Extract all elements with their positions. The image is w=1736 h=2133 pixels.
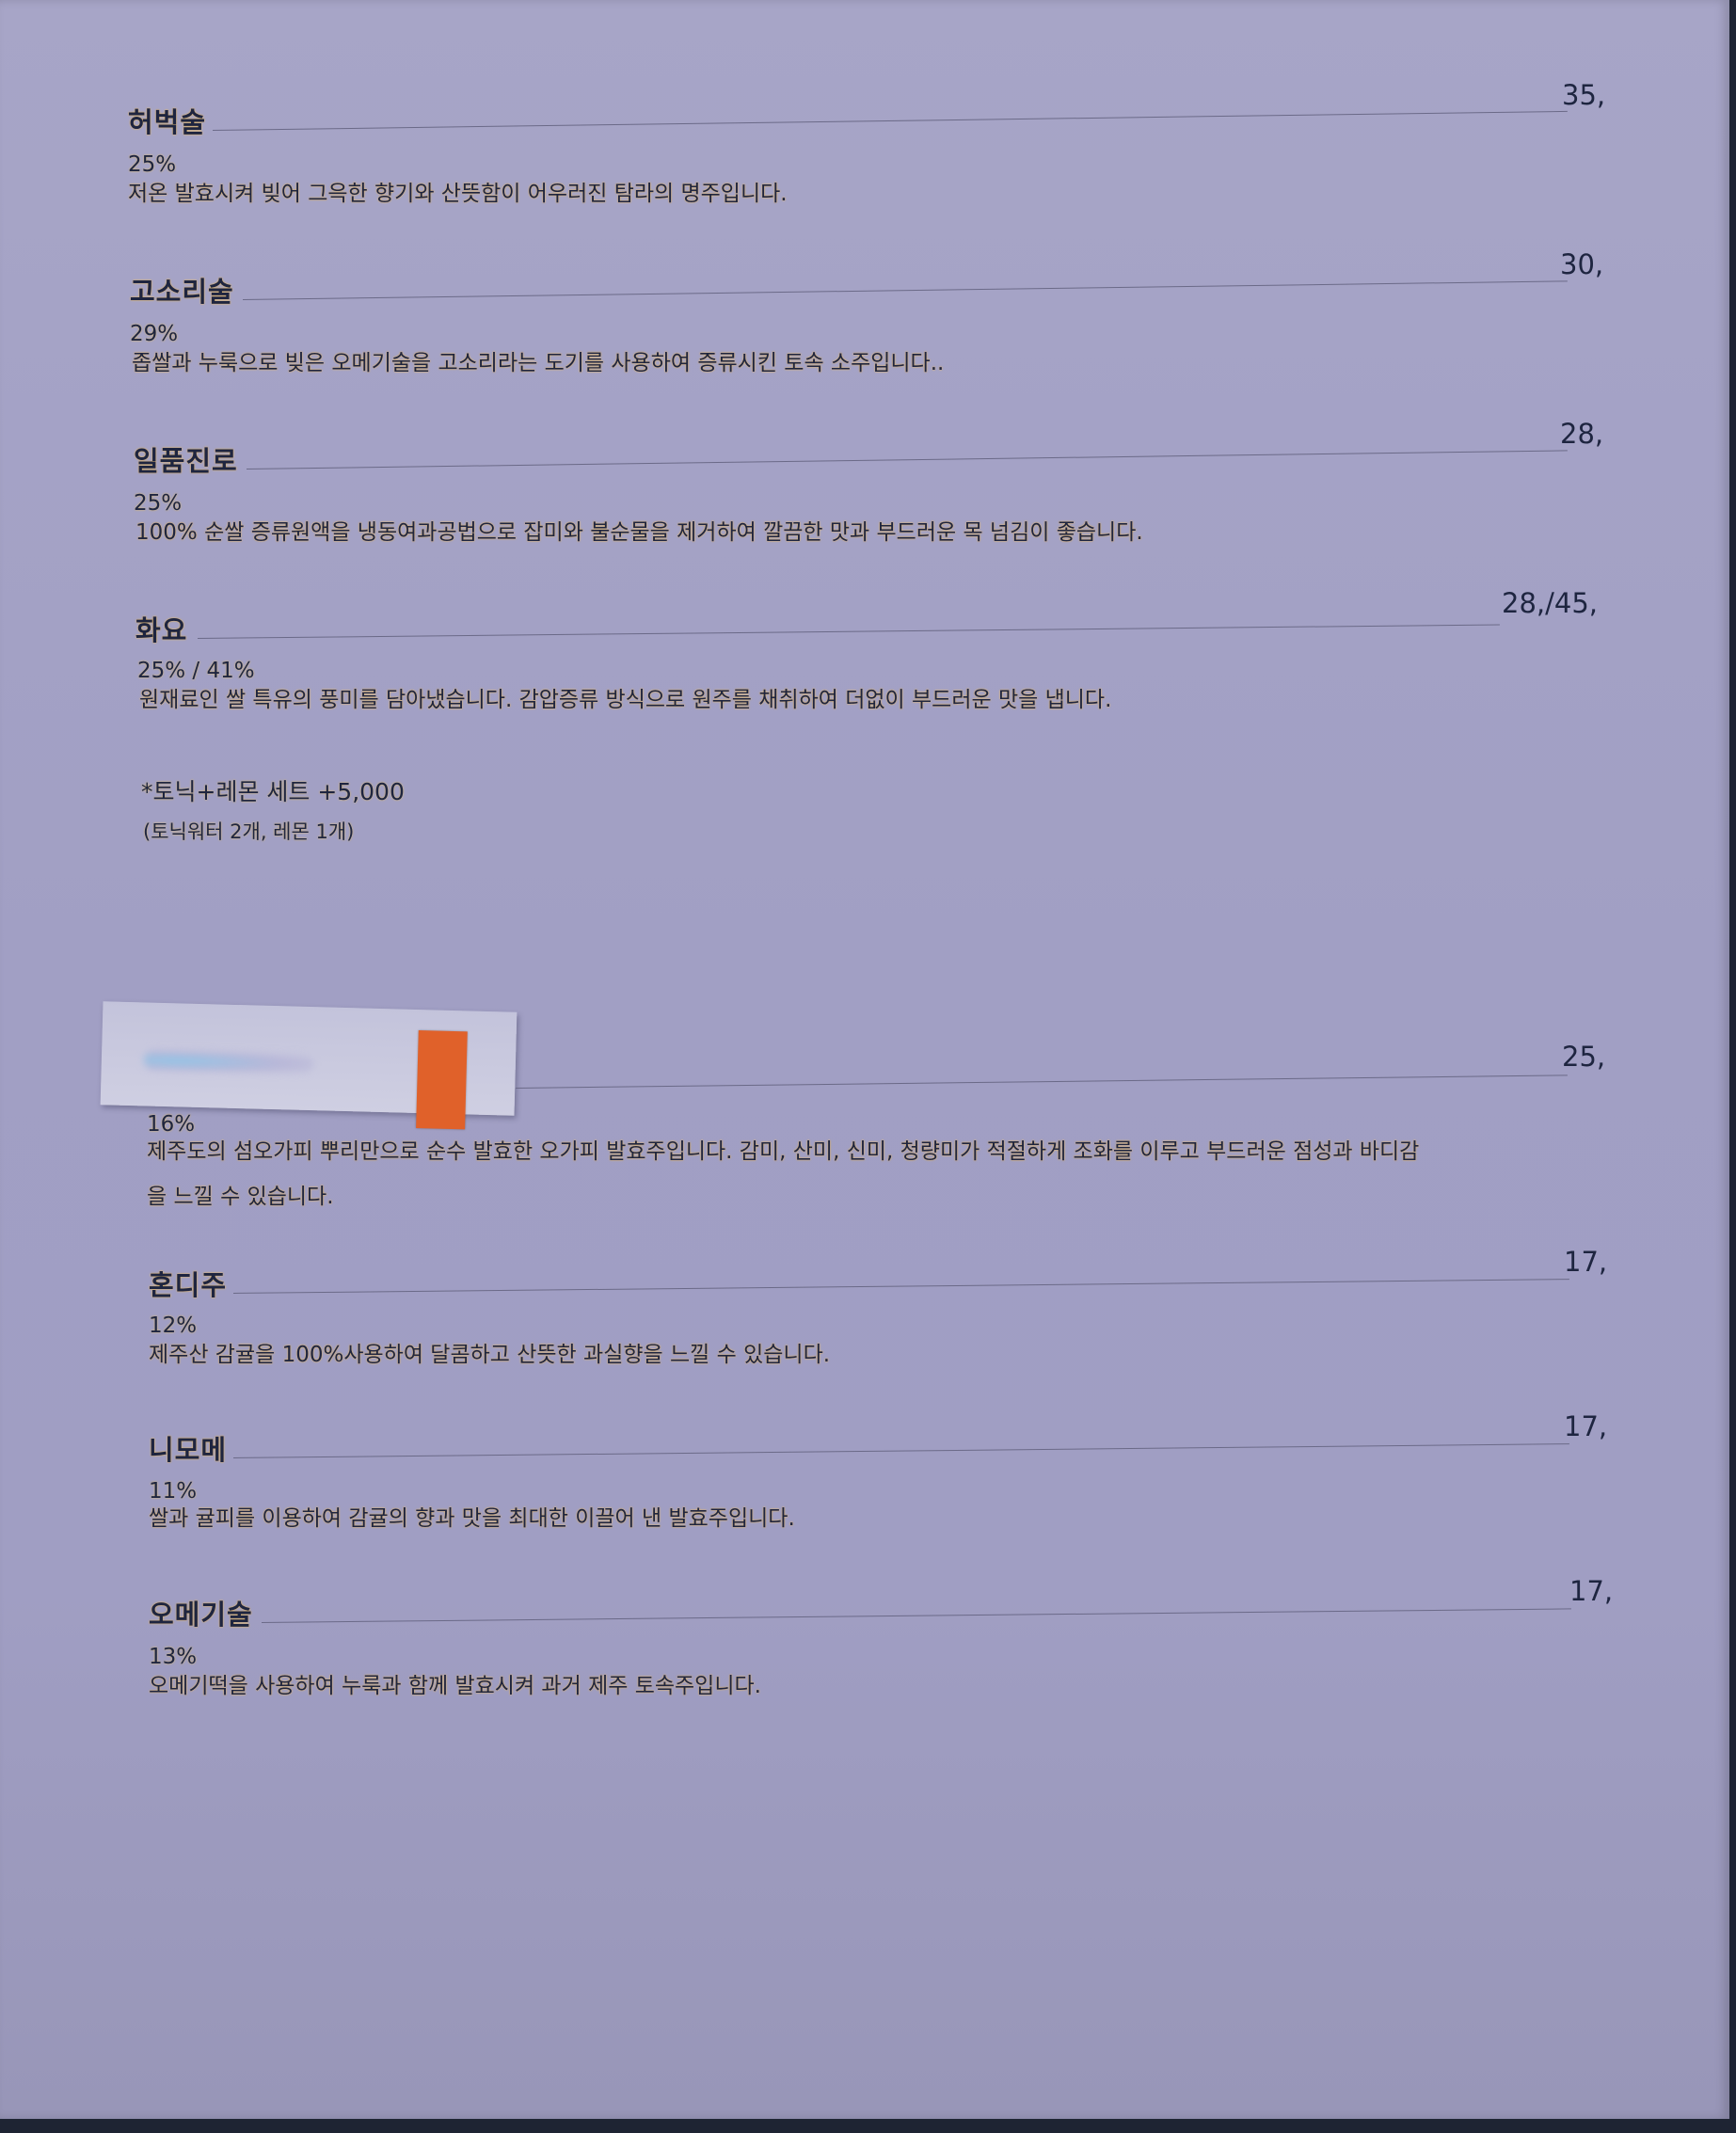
item-price: 35, (1562, 79, 1606, 111)
item-description: 100% 순쌀 증류원액을 냉동여과공법으로 잡미와 불순물을 제거하여 깔끔한… (135, 520, 1143, 545)
item-name: 고소리술 (130, 276, 234, 308)
blurred-item-name (143, 1049, 314, 1075)
item-description: 좁쌀과 누룩으로 빚은 오메기술을 고소리라는 도기를 사용하여 증류시킨 토속… (132, 351, 945, 375)
item-name: 니모메 (149, 1434, 228, 1466)
item-description: 제주산 감귤을 100%사용하여 달콤하고 산뜻한 과실향을 느낄 수 있습니다… (149, 1343, 831, 1367)
leader-line (515, 1074, 1568, 1089)
item-name: 화요 (135, 614, 188, 646)
item-price: 25, (1562, 1041, 1606, 1073)
item-price: 17, (1564, 1410, 1608, 1442)
addon-detail: (토닉워터 2개, 레몬 1개) (143, 820, 355, 843)
leader-line (232, 1443, 1569, 1458)
item-name: 허벅술 (128, 106, 207, 138)
leader-line (232, 1279, 1569, 1294)
item-description: 쌀과 귤피를 이용하여 감귤의 향과 맛을 최대한 이끌어 낸 발효주입니다. (149, 1506, 795, 1531)
orange-tab (416, 1030, 468, 1130)
item-price: 28,/45, (1502, 587, 1599, 619)
item-description: 저온 발효시켜 빚어 그윽한 향기와 산뜻함이 어우러진 탐라의 명주입니다. (128, 182, 788, 206)
leader-line (242, 280, 1568, 300)
leader-line (212, 110, 1568, 131)
item-price: 28, (1560, 418, 1604, 450)
leader-line (246, 450, 1568, 470)
menu-page: 허벅술 35, 25% 저온 발효시켜 빚어 그윽한 향기와 산뜻함이 어우러진… (0, 0, 1729, 2119)
item-price: 17, (1569, 1575, 1614, 1607)
leader-line (197, 624, 1500, 639)
item-name: 일품진로 (134, 445, 238, 477)
item-description: 오메기떡을 사용하여 누룩과 함께 발효시켜 과거 제주 토속주입니다. (149, 1674, 761, 1698)
item-description: 제주도의 섬오가피 뿌리만으로 순수 발효한 오가피 발효주입니다. 감미, 산… (147, 1139, 1420, 1209)
item-name: 혼디주 (149, 1269, 228, 1301)
covering-sticker (100, 1001, 518, 1130)
item-price: 17, (1564, 1246, 1608, 1278)
leader-line (261, 1608, 1571, 1623)
addon-tonic-lemon-set: *토닉+레몬 세트 +5,000 (141, 778, 405, 805)
item-description: 원재료인 쌀 특유의 풍미를 담아냈습니다. 감압증류 방식으로 원주를 채취하… (139, 688, 1112, 712)
item-price: 30, (1560, 248, 1604, 280)
item-name: 오메기술 (149, 1599, 253, 1631)
